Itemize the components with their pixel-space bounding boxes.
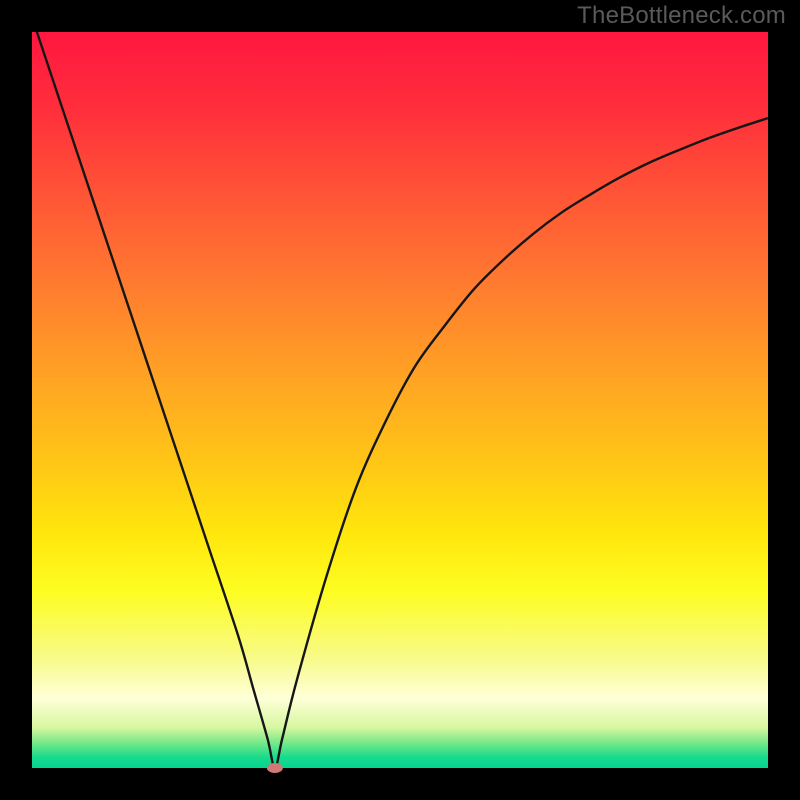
chart-frame: TheBottleneck.com [0, 0, 800, 800]
optimum-marker [267, 763, 283, 773]
bottleneck-chart [0, 0, 800, 800]
watermark-text: TheBottleneck.com [577, 2, 786, 30]
gradient-background [32, 32, 768, 768]
